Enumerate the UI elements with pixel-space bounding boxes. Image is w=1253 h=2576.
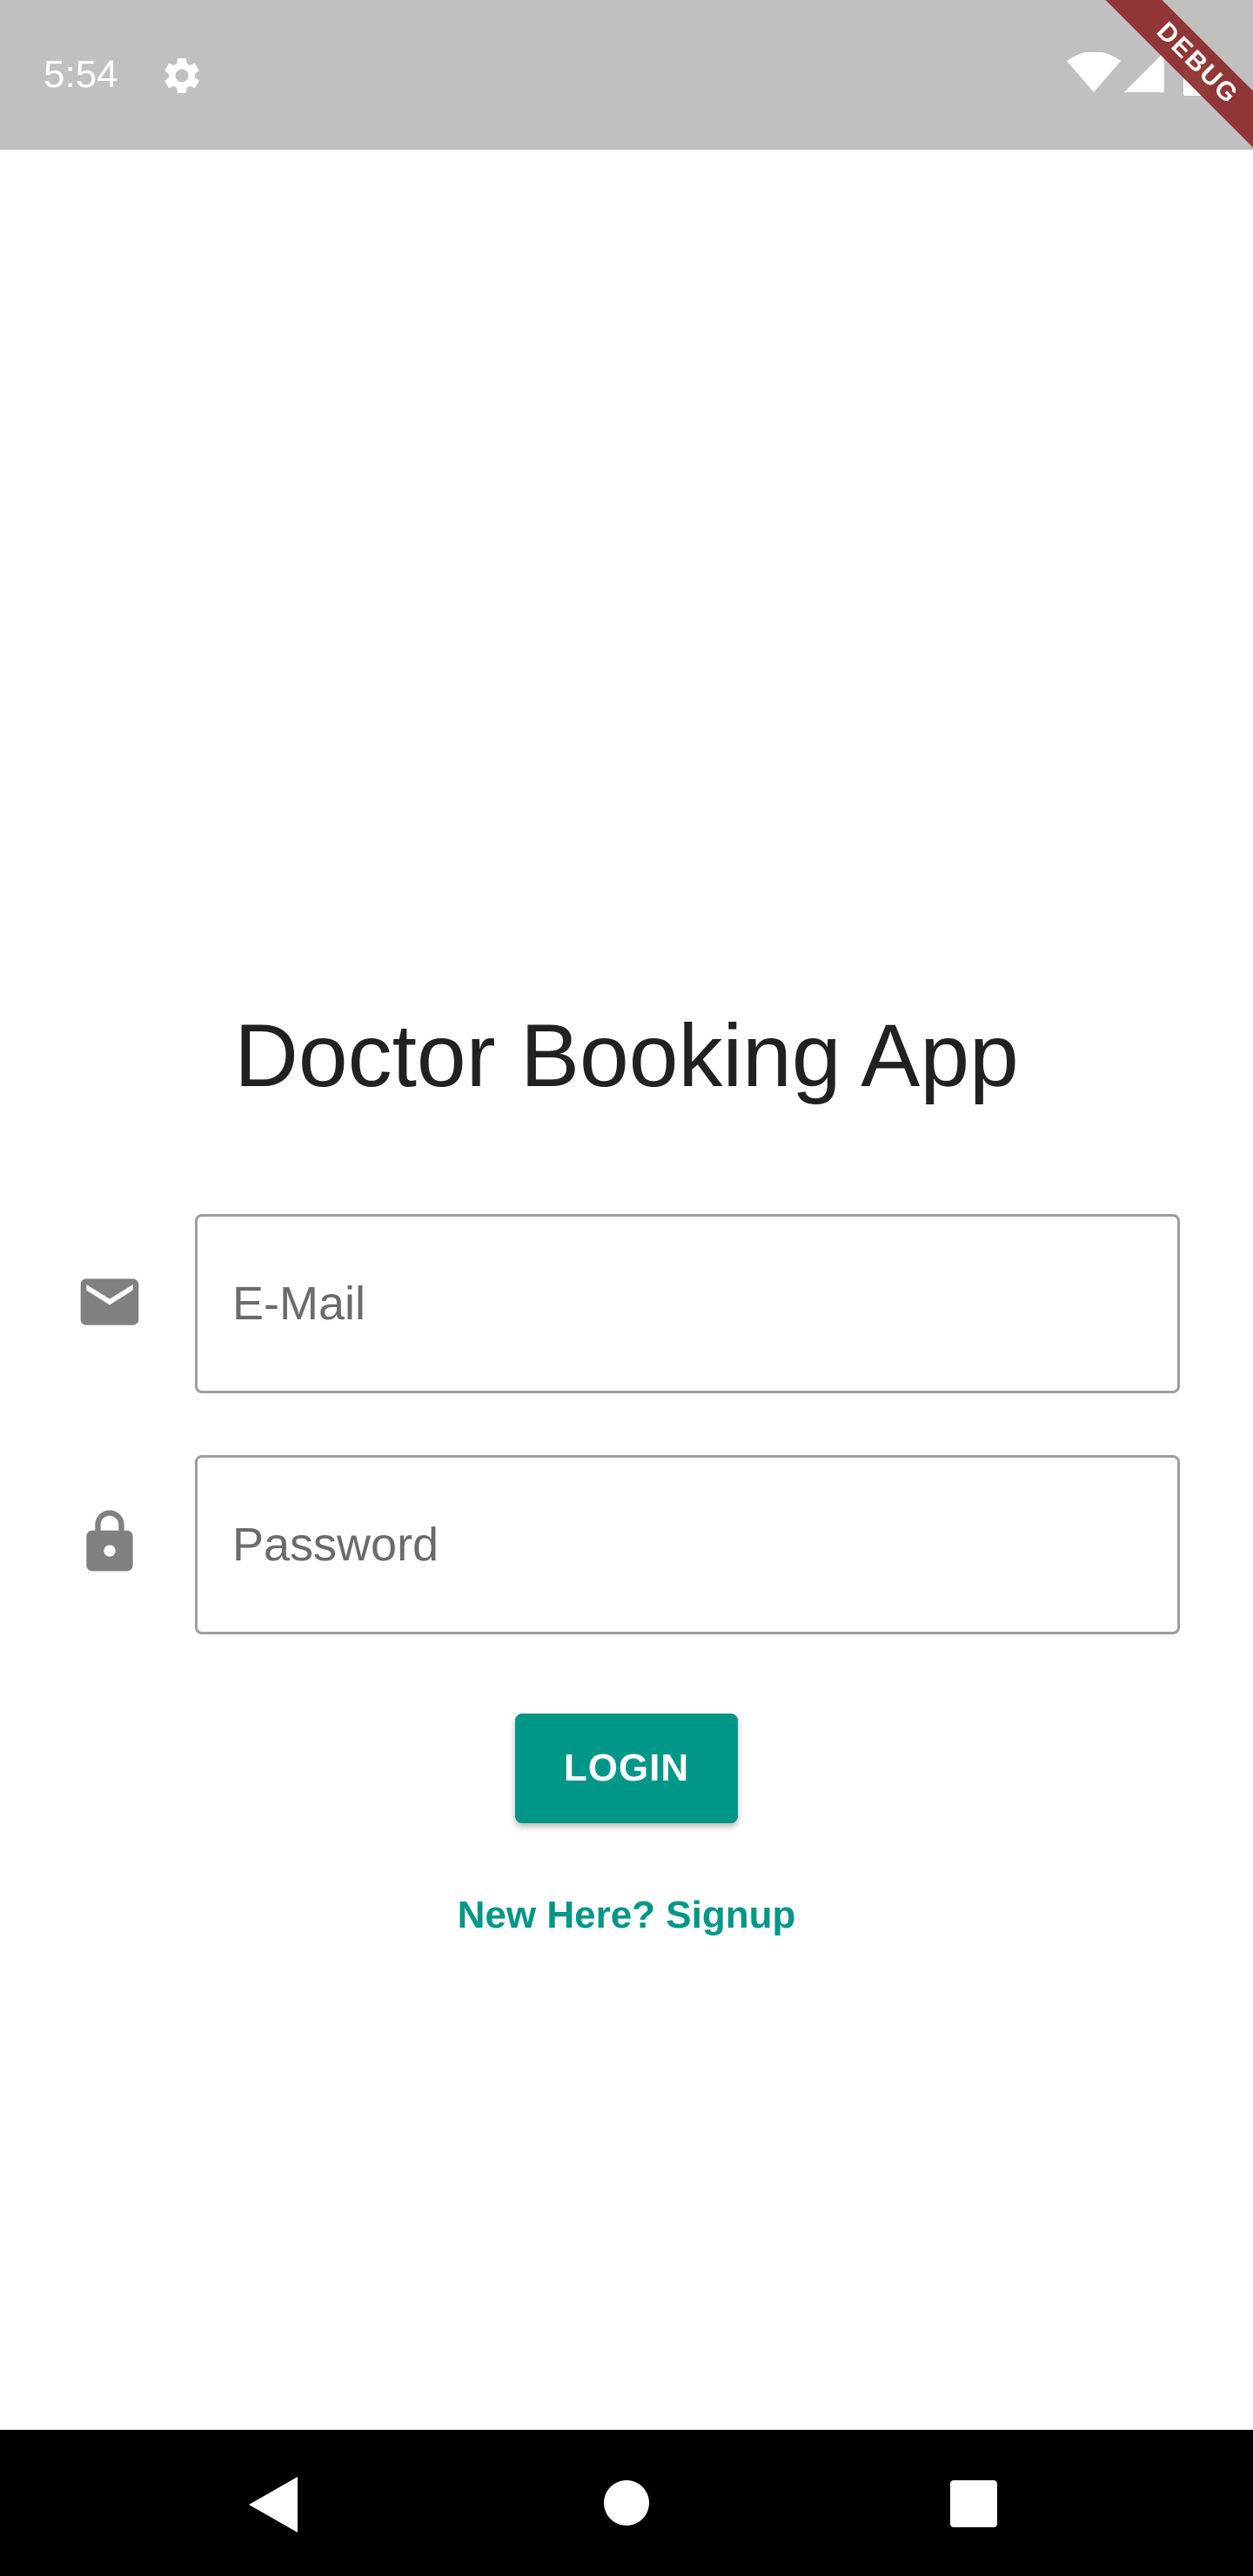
status-time: 5:54 — [44, 53, 118, 96]
email-field[interactable] — [232, 1217, 1146, 1391]
signup-link[interactable]: New Here? Signup — [0, 1888, 1253, 1942]
debug-banner-label: DEBUG — [1072, 0, 1253, 189]
login-button[interactable]: LOGIN — [515, 1714, 738, 1823]
login-screen: 5:54 DEBUG Doctor Booking App LOGIN Ne — [0, 0, 1253, 2576]
lock-icon — [86, 1510, 133, 1572]
navigation-bar — [0, 2430, 1253, 2576]
password-field[interactable] — [232, 1458, 1146, 1632]
home-circle-icon[interactable] — [604, 2480, 649, 2526]
debug-banner: DEBUG — [1044, 0, 1253, 209]
email-icon — [80, 1278, 139, 1325]
email-field-container[interactable] — [195, 1214, 1180, 1393]
password-field-container[interactable] — [195, 1455, 1180, 1634]
back-triangle-icon[interactable] — [249, 2477, 298, 2532]
page-title: Doctor Booking App — [234, 1006, 1019, 1105]
gear-icon — [164, 57, 199, 93]
recents-square-icon[interactable] — [950, 2480, 997, 2527]
